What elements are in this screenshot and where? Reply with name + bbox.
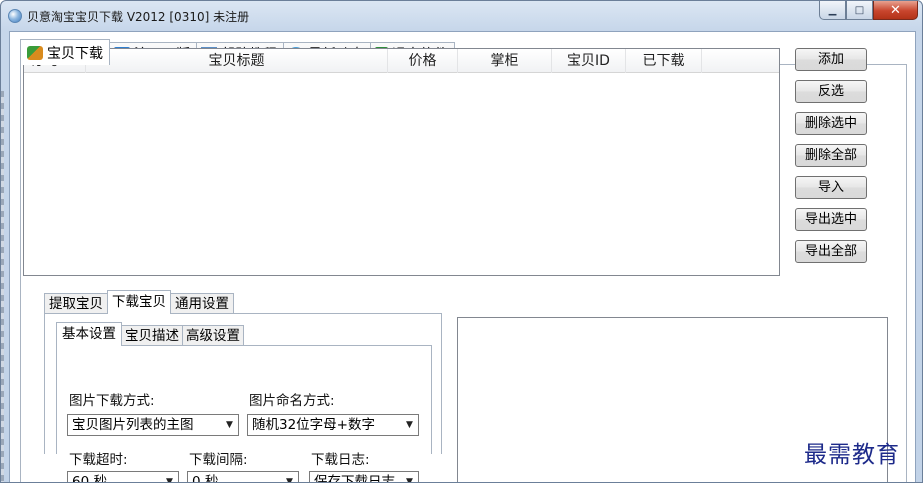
add-button[interactable]: 添加 [795,48,867,71]
delete-all-button[interactable]: 删除全部 [795,144,867,167]
image-download-mode-value: 宝贝图片列表的主图 [72,417,194,433]
tab-basic-settings[interactable]: 基本设置 [56,322,122,346]
list-header: 序号 宝贝标题 价格 掌柜 宝贝ID 已下载 [24,49,779,73]
download-log-label: 下载日志: [311,452,370,468]
tab-extract-items[interactable]: 提取宝贝 [44,293,108,314]
export-selected-button[interactable]: 导出选中 [795,208,867,231]
minimize-button[interactable]: ▁ [819,1,846,20]
column-price[interactable]: 价格 [388,49,458,73]
column-title[interactable]: 宝贝标题 [86,49,388,73]
column-filler [702,49,779,73]
maximize-button[interactable]: □ [846,1,873,20]
download-log-select[interactable]: 保存下载日志 ▼ [309,471,419,483]
download-icon [27,45,43,60]
close-button[interactable]: ✕ [873,1,918,20]
left-edge-decoration [1,91,4,482]
chevron-down-icon: ▼ [406,477,413,483]
export-all-button[interactable]: 导出全部 [795,240,867,263]
item-list[interactable]: 序号 宝贝标题 价格 掌柜 宝贝ID 已下载 [23,48,780,276]
chevron-down-icon: ▼ [286,477,293,483]
column-seller[interactable]: 掌柜 [458,49,552,73]
image-download-mode-select[interactable]: 宝贝图片列表的主图 ▼ [67,414,239,436]
image-naming-mode-label: 图片命名方式: [249,393,335,409]
download-settings-tab-strip: 基本设置 宝贝描述 高级设置 [56,322,244,346]
download-timeout-label: 下载超时: [69,452,128,468]
delete-selected-button[interactable]: 删除选中 [795,112,867,135]
window-title: 贝意淘宝宝贝下载 V2012 [0310] 未注册 [27,10,250,24]
invert-selection-button[interactable]: 反选 [795,80,867,103]
app-window: 贝意淘宝宝贝下载 V2012 [0310] 未注册 ▁ □ ✕ 宝贝下载 注册正… [0,0,923,483]
download-interval-select[interactable]: 0 秒 ▼ [187,471,299,483]
tab-general-settings[interactable]: 通用设置 [170,293,234,314]
window-controls: ▁ □ ✕ [819,1,918,20]
title-bar[interactable]: 贝意淘宝宝贝下载 V2012 [0310] 未注册 ▁ □ ✕ [1,1,922,31]
download-log-value: 保存下载日志 [314,474,395,483]
download-interval-label: 下载间隔: [189,452,248,468]
tab-download[interactable]: 宝贝下载 [20,39,110,65]
column-downloaded[interactable]: 已下载 [626,49,702,73]
tab-download-label: 宝贝下载 [47,45,103,62]
column-item-id[interactable]: 宝贝ID [552,49,626,73]
image-naming-mode-select[interactable]: 随机32位字母+数字 ▼ [247,414,419,436]
chevron-down-icon: ▼ [406,420,413,430]
tab-advanced-settings[interactable]: 高级设置 [182,325,244,346]
chevron-down-icon: ▼ [226,420,233,430]
tab-download-items[interactable]: 下载宝贝 [107,290,171,314]
download-timeout-value: 60 秒 [72,474,107,483]
download-interval-value: 0 秒 [192,474,219,483]
download-timeout-select[interactable]: 60 秒 ▼ [67,471,179,483]
list-action-buttons: 添加 反选 删除选中 删除全部 导入 导出选中 导出全部 [795,48,867,272]
image-download-mode-label: 图片下载方式: [69,393,155,409]
watermark-text: 最需教育 [804,442,900,468]
app-icon [8,9,22,23]
import-button[interactable]: 导入 [795,176,867,199]
chevron-down-icon: ▼ [166,477,173,483]
settings-tab-strip: 提取宝贝 下载宝贝 通用设置 [44,290,234,314]
image-naming-mode-value: 随机32位字母+数字 [252,417,375,433]
tab-item-description[interactable]: 宝贝描述 [121,325,183,346]
